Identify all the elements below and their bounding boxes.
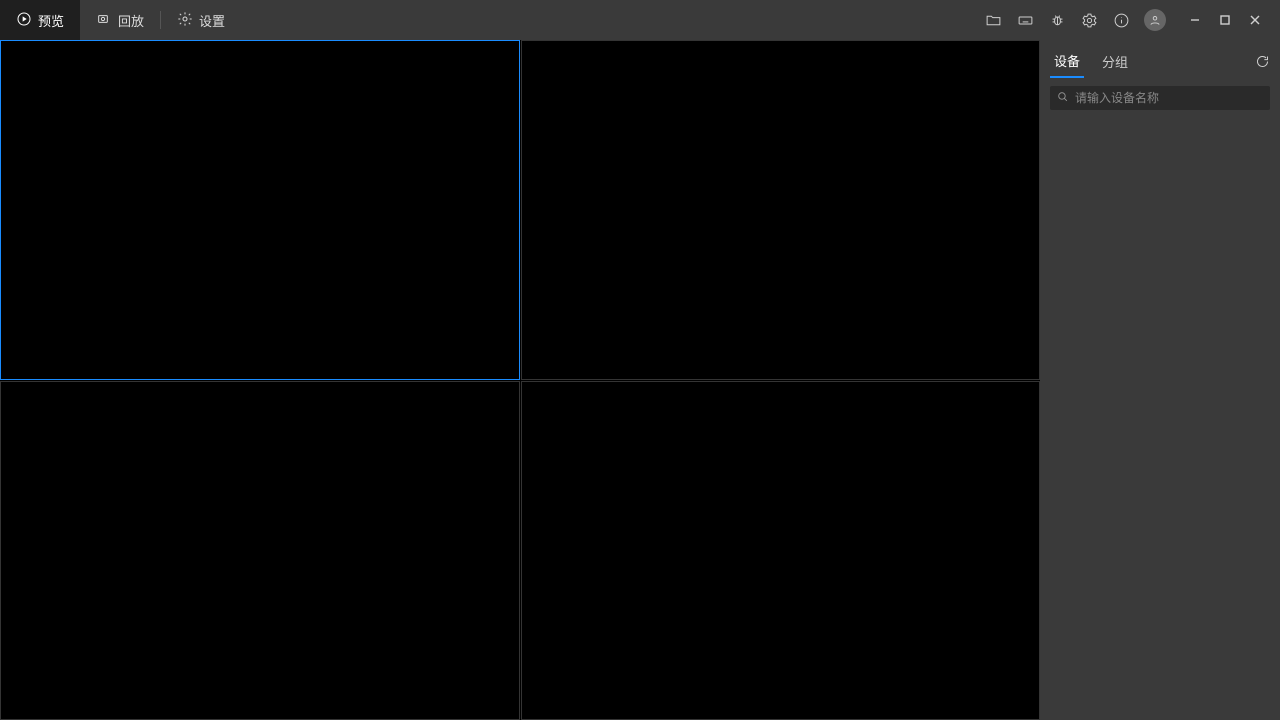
side-tab-group[interactable]: 分组 <box>1098 49 1132 77</box>
tab-playback-label: 回放 <box>118 11 144 30</box>
play-icon <box>16 11 32 30</box>
side-panel-tabs: 设备 分组 <box>1040 40 1280 78</box>
video-pane-4[interactable] <box>521 381 1041 720</box>
side-panel: 设备 分组 <box>1040 40 1280 720</box>
tab-playback[interactable]: 回放 <box>80 0 160 40</box>
maximize-button[interactable] <box>1210 0 1240 40</box>
record-icon <box>96 11 112 30</box>
tab-settings-label: 设置 <box>199 11 225 30</box>
video-pane-1[interactable] <box>0 40 520 380</box>
device-search[interactable] <box>1050 86 1270 110</box>
titlebar-right <box>984 0 1280 40</box>
close-button[interactable] <box>1240 0 1270 40</box>
info-icon[interactable] <box>1112 11 1130 29</box>
device-search-input[interactable] <box>1075 91 1264 105</box>
gear-icon[interactable] <box>1080 11 1098 29</box>
tab-preview-label: 预览 <box>38 11 64 30</box>
bug-icon[interactable] <box>1048 11 1066 29</box>
refresh-icon[interactable] <box>1255 54 1270 72</box>
titlebar: 预览 回放 设置 <box>0 0 1280 40</box>
tab-settings[interactable]: 设置 <box>161 0 241 40</box>
minimize-button[interactable] <box>1180 0 1210 40</box>
main-tabs: 预览 回放 设置 <box>0 0 241 40</box>
video-pane-3[interactable] <box>0 381 520 720</box>
tab-preview[interactable]: 预览 <box>0 0 80 40</box>
search-icon <box>1056 90 1069 106</box>
video-pane-2[interactable] <box>521 40 1041 380</box>
video-grid <box>0 40 1040 720</box>
workspace: 设备 分组 <box>0 40 1280 720</box>
folder-icon[interactable] <box>984 11 1002 29</box>
avatar-icon[interactable] <box>1144 9 1166 31</box>
side-tab-device[interactable]: 设备 <box>1050 48 1084 78</box>
settings-small-icon <box>177 11 193 30</box>
keyboard-icon[interactable] <box>1016 11 1034 29</box>
window-controls <box>1180 0 1270 40</box>
